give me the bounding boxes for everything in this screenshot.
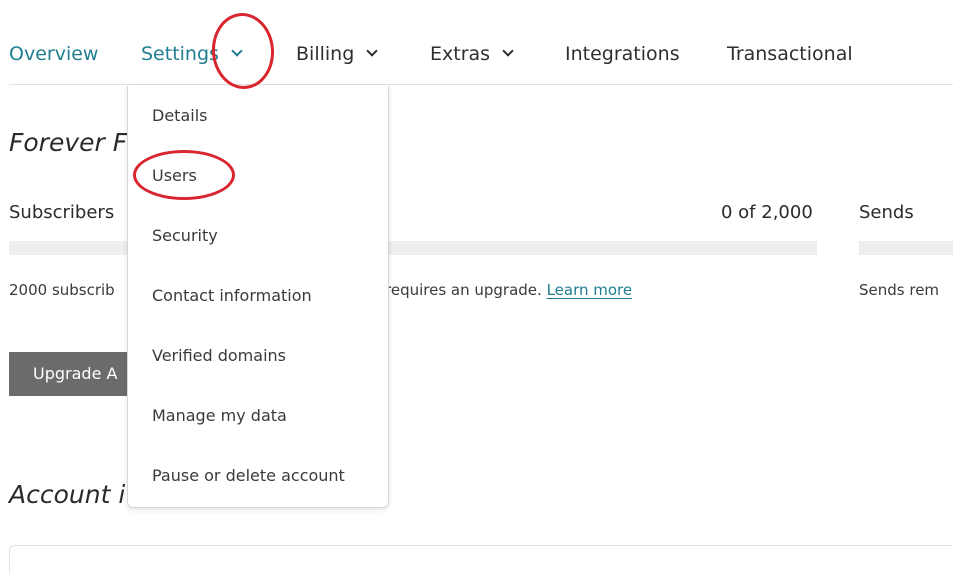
settings-dropdown-menu: Details Users Security Contact informati… [127,86,389,508]
nav-overview-label: Overview [9,43,99,65]
menu-item-pause-or-delete-account[interactable]: Pause or delete account [152,464,345,488]
sends-note: Sends rem [859,281,940,299]
plan-title: Forever F [9,128,128,157]
account-info-title: Account i [9,480,126,509]
top-nav: Overview Settings Billing Extras Integra… [0,0,953,86]
upgrade-note-text: requires an upgrade. [385,281,547,299]
nav-transactional-label: Transactional [727,43,853,65]
nav-extras-label: Extras [430,43,491,65]
menu-item-security[interactable]: Security [152,224,218,248]
nav-integrations[interactable]: Integrations [565,40,680,68]
nav-integrations-label: Integrations [565,43,680,65]
sends-progress-bar [859,241,953,255]
menu-item-manage-my-data[interactable]: Manage my data [152,404,287,428]
learn-more-link[interactable]: Learn more [547,281,633,299]
nav-transactional[interactable]: Transactional [727,40,853,68]
subscribers-note: 2000 subscrib [9,281,115,299]
subscribers-count: 0 of 2,000 [721,202,813,223]
chevron-down-icon [231,45,243,57]
nav-settings-label: Settings [141,43,219,65]
chevron-down-icon [502,45,514,57]
subscribers-label: Subscribers [9,202,115,223]
nav-overview[interactable]: Overview [9,40,98,68]
nav-divider [9,84,953,85]
menu-item-verified-domains[interactable]: Verified domains [152,344,286,368]
nav-billing-label: Billing [296,43,355,65]
account-info-card [9,545,953,573]
upgrade-note: requires an upgrade. Learn more [385,281,632,299]
nav-billing[interactable]: Billing [296,40,378,68]
menu-item-users[interactable]: Users [152,164,197,188]
sends-label: Sends [859,202,914,223]
chevron-down-icon [366,45,378,57]
menu-item-details[interactable]: Details [152,104,207,128]
menu-item-contact-information[interactable]: Contact information [152,284,312,308]
nav-extras[interactable]: Extras [430,40,514,68]
nav-settings[interactable]: Settings [141,40,243,68]
page: Overview Settings Billing Extras Integra… [0,0,953,573]
